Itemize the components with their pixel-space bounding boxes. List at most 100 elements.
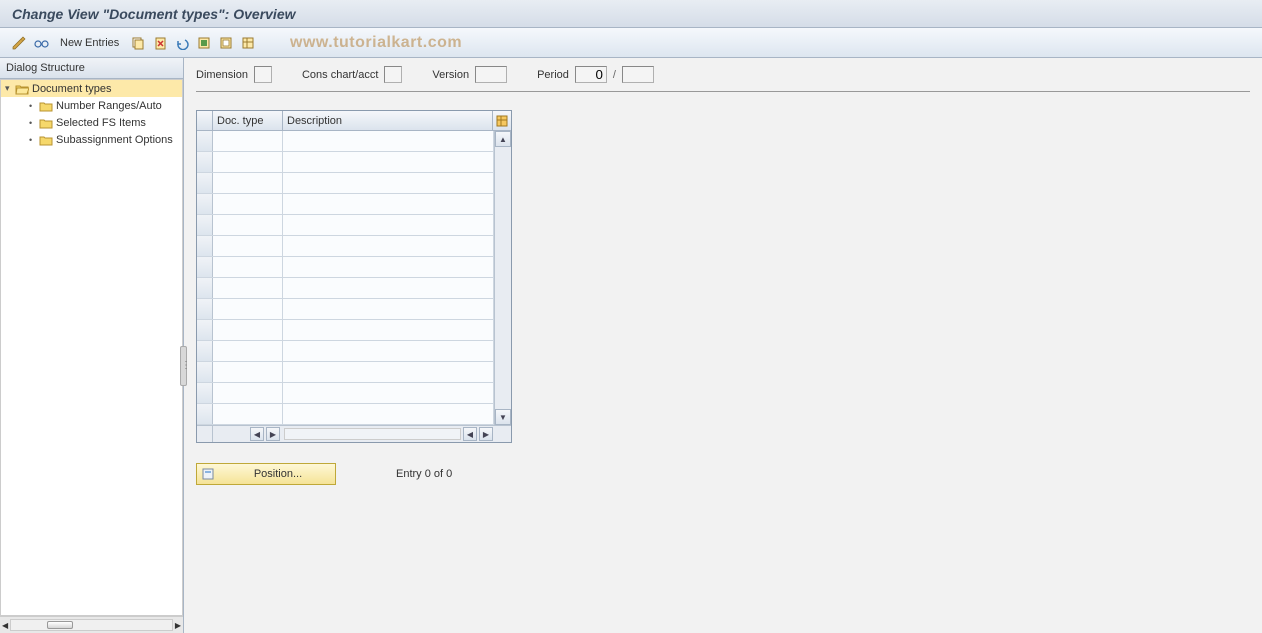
- cell-description[interactable]: [283, 362, 494, 382]
- row-selector[interactable]: [197, 362, 213, 382]
- row-selector[interactable]: [197, 299, 213, 319]
- cell-doc-type[interactable]: [213, 278, 283, 298]
- scroll-right-icon[interactable]: ▶: [175, 621, 181, 630]
- table-row[interactable]: [197, 257, 494, 278]
- cell-doc-type[interactable]: [213, 383, 283, 403]
- cell-doc-type[interactable]: [213, 173, 283, 193]
- table-row[interactable]: [197, 383, 494, 404]
- table-row[interactable]: [197, 362, 494, 383]
- table-row[interactable]: [197, 299, 494, 320]
- scroll-left-icon[interactable]: ◀: [250, 427, 264, 441]
- row-selector[interactable]: [197, 404, 213, 424]
- row-selector[interactable]: [197, 131, 213, 151]
- table-horizontal-scrollbar[interactable]: ◀ ▶ ◀ ▶: [197, 425, 511, 442]
- table-row[interactable]: [197, 173, 494, 194]
- cell-doc-type[interactable]: [213, 131, 283, 151]
- folder-open-icon: [15, 83, 29, 95]
- table-row[interactable]: [197, 152, 494, 173]
- cell-description[interactable]: [283, 215, 494, 235]
- table-row[interactable]: [197, 320, 494, 341]
- select-all-icon[interactable]: [195, 34, 213, 52]
- period-input-1[interactable]: [575, 66, 607, 83]
- dimension-input[interactable]: [254, 66, 272, 83]
- cell-description[interactable]: [283, 131, 494, 151]
- new-entries-button[interactable]: New Entries: [54, 37, 125, 49]
- delete-icon[interactable]: [151, 34, 169, 52]
- cell-doc-type[interactable]: [213, 362, 283, 382]
- cell-doc-type[interactable]: [213, 236, 283, 256]
- deselect-all-icon[interactable]: [217, 34, 235, 52]
- table-configure-button[interactable]: [493, 111, 511, 130]
- cell-description[interactable]: [283, 152, 494, 172]
- change-icon[interactable]: [10, 34, 28, 52]
- row-selector[interactable]: [197, 215, 213, 235]
- cell-description[interactable]: [283, 236, 494, 256]
- cell-doc-type[interactable]: [213, 152, 283, 172]
- glasses-icon[interactable]: [32, 34, 50, 52]
- scroll-thumb[interactable]: [47, 621, 73, 629]
- table-row[interactable]: [197, 404, 494, 425]
- table-vertical-scrollbar[interactable]: ▲ ▼: [494, 131, 511, 425]
- cell-description[interactable]: [283, 194, 494, 214]
- table-row[interactable]: [197, 194, 494, 215]
- cell-doc-type[interactable]: [213, 299, 283, 319]
- table-row[interactable]: [197, 341, 494, 362]
- scroll-left-icon[interactable]: ◀: [463, 427, 477, 441]
- row-selector[interactable]: [197, 194, 213, 214]
- table-row[interactable]: [197, 215, 494, 236]
- cell-doc-type[interactable]: [213, 215, 283, 235]
- period-input-2[interactable]: [622, 66, 654, 83]
- column-doc-type[interactable]: Doc. type: [213, 111, 283, 130]
- table-footer: Position... Entry 0 of 0: [196, 463, 1250, 485]
- position-button[interactable]: Position...: [196, 463, 336, 485]
- row-selector[interactable]: [197, 278, 213, 298]
- tree-item-subassignment[interactable]: • Subassignment Options: [1, 131, 182, 148]
- tree-item-document-types[interactable]: ▾ Document types: [1, 80, 182, 97]
- cell-doc-type[interactable]: [213, 320, 283, 340]
- table-row[interactable]: [197, 278, 494, 299]
- row-selector[interactable]: [197, 341, 213, 361]
- tree-item-label: Document types: [32, 83, 111, 95]
- scroll-right-icon[interactable]: ▶: [479, 427, 493, 441]
- column-description[interactable]: Description: [283, 111, 493, 130]
- tree-item-selected-fs[interactable]: • Selected FS Items: [1, 114, 182, 131]
- row-selector[interactable]: [197, 257, 213, 277]
- cell-description[interactable]: [283, 341, 494, 361]
- cell-description[interactable]: [283, 404, 494, 424]
- cell-doc-type[interactable]: [213, 341, 283, 361]
- cell-doc-type[interactable]: [213, 257, 283, 277]
- cell-description[interactable]: [283, 257, 494, 277]
- row-selector[interactable]: [197, 152, 213, 172]
- cell-description[interactable]: [283, 278, 494, 298]
- scroll-up-icon[interactable]: ▲: [495, 131, 511, 147]
- scroll-track[interactable]: [10, 619, 173, 631]
- cell-doc-type[interactable]: [213, 194, 283, 214]
- bullet-icon: •: [29, 135, 37, 145]
- table-row[interactable]: [197, 131, 494, 152]
- tree-item-number-ranges[interactable]: • Number Ranges/Auto: [1, 97, 182, 114]
- cell-description[interactable]: [283, 320, 494, 340]
- row-selector[interactable]: [197, 173, 213, 193]
- table-corner-cell[interactable]: [197, 111, 213, 130]
- cell-description[interactable]: [283, 173, 494, 193]
- table-row[interactable]: [197, 236, 494, 257]
- table-settings-icon[interactable]: [239, 34, 257, 52]
- scroll-left-icon[interactable]: ◀: [2, 621, 8, 630]
- cell-description[interactable]: [283, 299, 494, 319]
- scroll-down-icon[interactable]: ▼: [495, 409, 511, 425]
- cell-description[interactable]: [283, 383, 494, 403]
- cons-input[interactable]: [384, 66, 402, 83]
- version-input[interactable]: [475, 66, 507, 83]
- row-selector[interactable]: [197, 236, 213, 256]
- cell-doc-type[interactable]: [213, 404, 283, 424]
- collapse-icon[interactable]: ▾: [5, 83, 15, 94]
- row-selector[interactable]: [197, 383, 213, 403]
- splitter-handle[interactable]: [180, 346, 187, 386]
- scroll-right-icon[interactable]: ▶: [266, 427, 280, 441]
- hscroll-track[interactable]: [284, 428, 461, 440]
- bullet-icon: •: [29, 101, 37, 111]
- row-selector[interactable]: [197, 320, 213, 340]
- tree-horizontal-scrollbar[interactable]: ◀ ▶: [0, 616, 183, 633]
- undo-icon[interactable]: [173, 34, 191, 52]
- copy-icon[interactable]: [129, 34, 147, 52]
